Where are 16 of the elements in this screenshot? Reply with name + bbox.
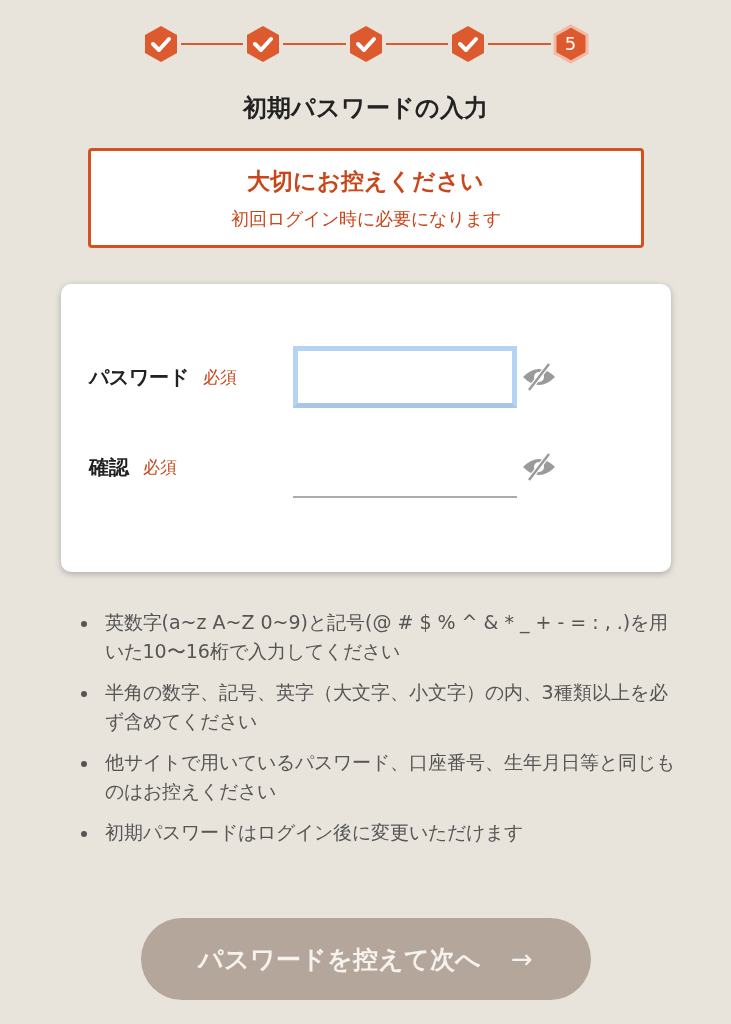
bullet-icon <box>80 621 87 627</box>
field-label: 確認 <box>88 453 129 481</box>
bullet-icon <box>80 761 87 767</box>
page-title: 初期パスワードの入力 <box>243 93 488 124</box>
bullet-icon <box>80 831 87 837</box>
note-text: 半角の数字、記号、英字（大文字、小文字）の内、3種類以上を必ず含めてください <box>104 680 669 734</box>
note-text: 他サイトで用いているパスワード、口座番号、生年月日等と同じものはお控えください <box>104 750 676 804</box>
notice-text: 初回ログイン時に必要になります <box>230 206 501 231</box>
password-field[interactable] <box>292 346 517 408</box>
required-tag: 必須 <box>142 455 177 479</box>
bullet-icon <box>80 691 87 697</box>
field-label: パスワード <box>88 363 189 391</box>
required-tag: 必須 <box>202 365 237 389</box>
note-text: 英数字(a~z A~Z 0~9)と記号(@ # $ % ^ & * _ + - = : , .)を用いた10〜16桁で入力してください <box>104 610 670 664</box>
note-text: 初期パスワードはログイン後に変更いただけます <box>104 820 523 845</box>
notice-heading: 大切にお控えください <box>247 166 484 196</box>
